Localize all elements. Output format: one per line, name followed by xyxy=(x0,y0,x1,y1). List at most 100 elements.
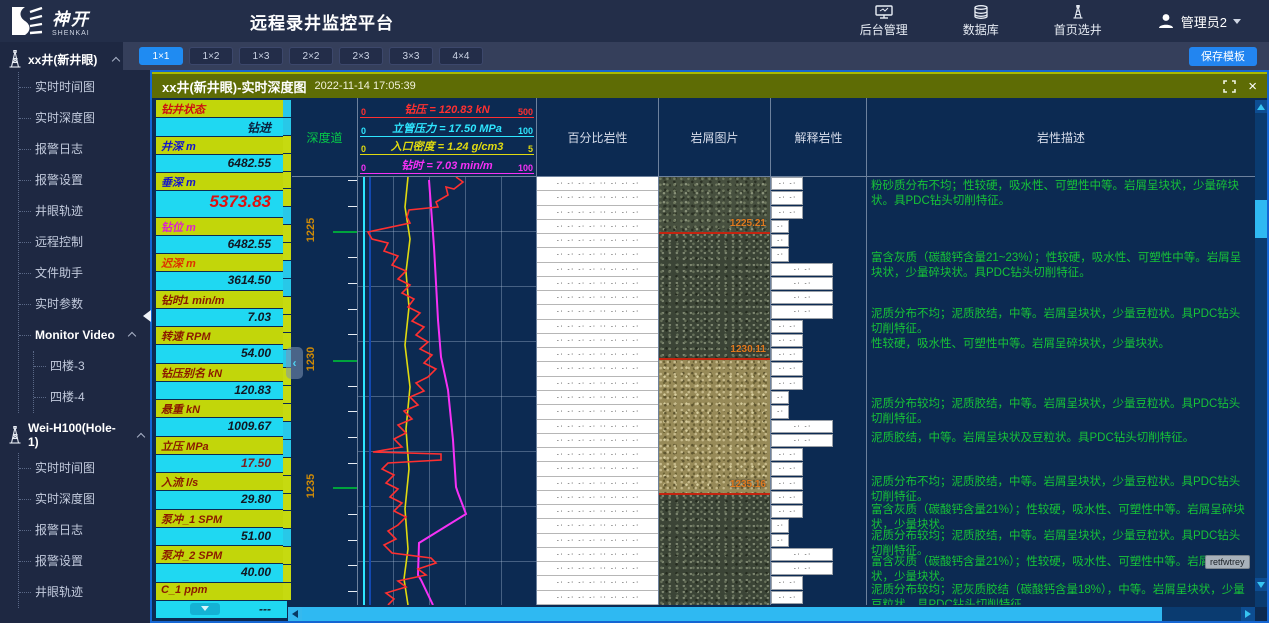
lithology-description-text: 富含灰质（碳酸钙含量21~23%）；性较硬，吸水性、可塑性中等。岩屑呈块状，少量… xyxy=(871,251,1251,281)
interp-lithology-cell: -· -· xyxy=(771,505,803,518)
percent-lithology-row: -· -· -· -· ·· -· -· -· xyxy=(537,234,658,248)
strip-segment xyxy=(283,279,291,296)
percent-lithology-row: -· -· -· -· ·· -· -· -· xyxy=(537,591,658,605)
layout-button-3x3[interactable]: 3×3 xyxy=(389,47,433,65)
fullscreen-icon[interactable] xyxy=(1223,80,1236,93)
depth-minor-tick xyxy=(348,283,357,284)
sidebar-item-报警日志[interactable]: 报警日志 xyxy=(19,515,150,546)
sidebar-item-报警设置[interactable]: 报警设置 xyxy=(19,165,150,196)
interp-lithology-cell: -· -· xyxy=(771,320,803,333)
interp-row: -· -· xyxy=(771,291,866,305)
interp-lithology-cell: -· -· xyxy=(771,576,803,589)
interp-lithology-cell: -· -· xyxy=(771,305,833,318)
menu-home-well-select[interactable]: 首页选井 xyxy=(1054,5,1102,38)
layout-button-1x3[interactable]: 1×3 xyxy=(239,47,283,65)
lithology-description-text: 泥质分布不均；泥质胶结，中等。岩屑呈块状，少量豆粒状。具PDC钻头切削特征。 xyxy=(871,475,1251,505)
depth-major-tick xyxy=(333,231,357,233)
user-menu[interactable]: 管理员2 xyxy=(1157,12,1241,31)
brand-text: 神开 SHENKAI xyxy=(52,5,90,37)
strip-segment xyxy=(283,547,291,564)
vertical-scrollbar[interactable] xyxy=(1255,100,1267,607)
layout-button-2x3[interactable]: 2×3 xyxy=(339,47,383,65)
depth-minor-tick xyxy=(348,514,357,515)
interp-row: -· -· xyxy=(771,263,866,277)
interp-lithology-cell: -· -· xyxy=(771,462,803,475)
percent-lithology-row: -· -· -· -· ·· -· -· -· xyxy=(537,263,658,277)
interp-lithology-cell: -· -· xyxy=(771,362,803,375)
monitor-icon xyxy=(875,5,893,19)
strip-segment xyxy=(283,422,291,439)
sample-boundary-line xyxy=(659,232,770,234)
strip-segment xyxy=(283,583,291,600)
scroll-up-button[interactable] xyxy=(1255,100,1267,113)
menu-backend-admin[interactable]: 后台管理 xyxy=(860,5,908,38)
sidebar-item-远程控制[interactable]: 远程控制 xyxy=(19,227,150,258)
menu-database[interactable]: 数据库 xyxy=(963,5,999,38)
curve-plot-area[interactable] xyxy=(358,177,536,605)
sidebar-item-monitor-video[interactable]: Monitor Video xyxy=(19,320,150,351)
param-value-4: 3614.50 xyxy=(156,272,287,289)
arrow-down-icon xyxy=(1257,582,1265,588)
sidebar-item-实时时间图[interactable]: 实时时间图 xyxy=(19,453,150,484)
scroll-down-button[interactable] xyxy=(1255,578,1267,591)
legend-name-value: 入口密度 = 1.24 g/cm3 xyxy=(360,138,534,154)
horizontal-scrollbar-thumb[interactable] xyxy=(302,607,1162,621)
layout-button-2x2[interactable]: 2×2 xyxy=(289,47,333,65)
well-root-2[interactable]: Wei-H100(Hole-1) xyxy=(0,413,150,453)
interp-lithology-cell: -· -· xyxy=(771,348,803,361)
percent-lithology-row: -· -· -· -· ·· -· -· -· xyxy=(537,420,658,434)
percent-lithology-row: -· -· -· -· ·· -· -· -· xyxy=(537,576,658,590)
vertical-scrollbar-thumb[interactable] xyxy=(1255,200,1267,238)
strip-segment xyxy=(283,511,291,528)
close-icon[interactable]: × xyxy=(1248,80,1257,93)
chevron-up-icon xyxy=(112,56,120,64)
interp-lithology-cell: -· -· xyxy=(771,234,789,247)
sample-boundary-line xyxy=(659,493,770,495)
layout-button-4x4[interactable]: 4×4 xyxy=(439,47,483,65)
chevron-up-icon xyxy=(137,432,145,440)
scroll-left-button[interactable] xyxy=(288,607,302,621)
param-value-1: 6482.55 xyxy=(156,155,287,172)
horizontal-scrollbar[interactable] xyxy=(288,607,1255,621)
sidebar-item-实时深度图[interactable]: 实时深度图 xyxy=(19,484,150,515)
scroll-right-button[interactable] xyxy=(1241,607,1255,621)
sidebar-item-文件助手[interactable]: 文件助手 xyxy=(19,258,150,289)
interp-lithology-cell: -· -· xyxy=(771,263,833,276)
depth-minor-tick xyxy=(348,591,357,592)
sidebar-collapse-arrow-icon[interactable] xyxy=(143,310,151,322)
lithology-descriptions: 粉砂质分布不均；性较硬，吸水性、可塑性中等。岩屑呈块状，少量碎块状。具PDC钻头… xyxy=(867,177,1255,605)
percent-lithology-row: -· -· -· -· ·· -· -· -· xyxy=(537,448,658,462)
depth-minor-tick xyxy=(348,411,357,412)
interp-row: -· -· xyxy=(771,448,866,462)
layout-button-1x1[interactable]: 1×1 xyxy=(139,47,183,65)
interpreted-lithology-column: 解释岩性 -· -·-· -·-· -·-· -·-· -·-· -·-· -·… xyxy=(770,98,866,605)
curve-polyline xyxy=(418,180,466,605)
brand-name: 神开 xyxy=(52,5,90,30)
save-template-button[interactable]: 保存模板 xyxy=(1189,47,1257,66)
param-dropdown-button[interactable] xyxy=(190,603,220,615)
legend-max: 100 xyxy=(518,163,533,173)
strip-segment xyxy=(283,189,291,206)
sidebar-item-实时深度图[interactable]: 实时深度图 xyxy=(19,103,150,134)
cuttings-photo-column: 岩屑图片 1225.211230.111235.16 xyxy=(658,98,770,605)
arrow-right-icon xyxy=(1245,610,1251,618)
interp-row: -· -· xyxy=(771,248,866,262)
sidebar-item-实时参数[interactable]: 实时参数 xyxy=(19,289,150,320)
parameter-panel-collapse-handle[interactable]: ‹ xyxy=(286,347,303,379)
strip-segment xyxy=(283,100,291,117)
sidebar-item-实时时间图[interactable]: 实时时间图 xyxy=(19,72,150,103)
depth-chart-panel: xx井(新井眼)-实时深度图 2022-11-14 17:05:39 × 钻井状… xyxy=(150,70,1269,623)
curve-legend: 0钻压 = 120.83 kN5000立管压力 = 17.50 MPa1000入… xyxy=(358,98,536,177)
sidebar-item-报警设置[interactable]: 报警设置 xyxy=(19,546,150,577)
strip-segment xyxy=(283,118,291,135)
sidebar-item-井眼轨迹[interactable]: 井眼轨迹 xyxy=(19,577,150,608)
sidebar-item-报警日志[interactable]: 报警日志 xyxy=(19,134,150,165)
sidebar-item-四楼-3[interactable]: 四楼-3 xyxy=(34,351,150,382)
depth-minor-tick xyxy=(348,334,357,335)
layout-button-1x2[interactable]: 1×2 xyxy=(189,47,233,65)
interp-row: -· -· xyxy=(771,491,866,505)
derrick-icon xyxy=(8,426,22,444)
sidebar-item-四楼-4[interactable]: 四楼-4 xyxy=(34,382,150,413)
horizontal-scrollbar-track[interactable] xyxy=(1162,607,1241,621)
sidebar-item-井眼轨迹[interactable]: 井眼轨迹 xyxy=(19,196,150,227)
